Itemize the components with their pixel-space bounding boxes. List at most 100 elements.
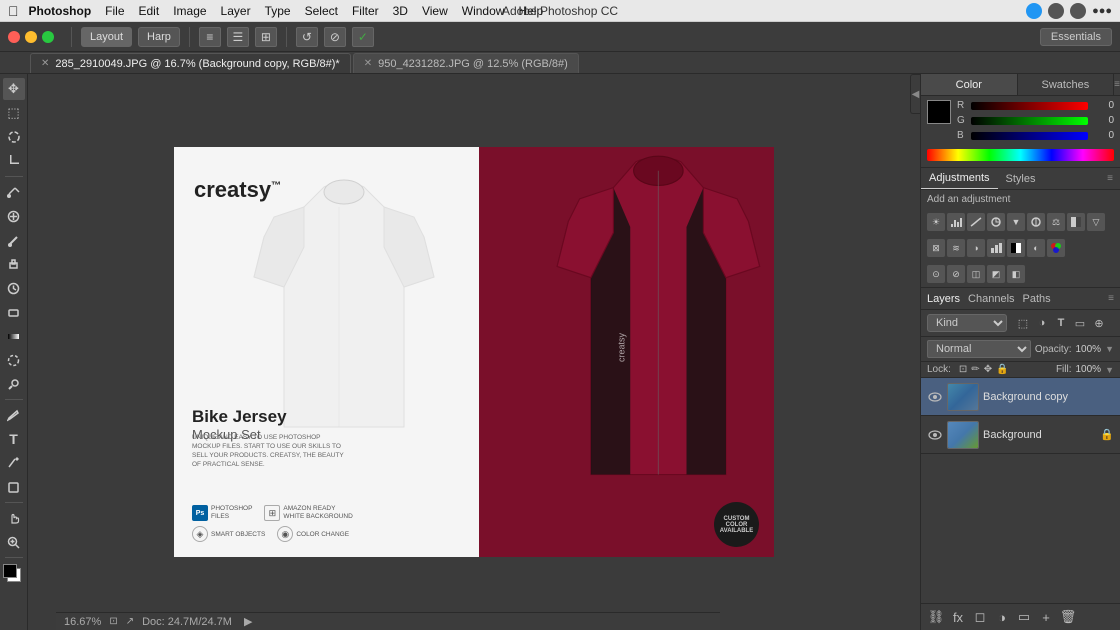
- shape-tool[interactable]: [3, 476, 25, 498]
- undo-icon[interactable]: ↺: [296, 27, 318, 47]
- align-left-icon[interactable]: ≡: [199, 27, 221, 47]
- posterize-icon[interactable]: [987, 239, 1005, 257]
- adj-extra4[interactable]: ◩: [987, 265, 1005, 283]
- tab1-close[interactable]: ✕: [41, 58, 49, 69]
- color-swatches[interactable]: [3, 564, 25, 586]
- lock-all-icon[interactable]: 🔒: [996, 364, 1008, 375]
- layer-item-background[interactable]: Background 🔒: [921, 416, 1120, 454]
- dodge-tool[interactable]: [3, 373, 25, 395]
- layer-kind-filter[interactable]: Kind: [927, 314, 1007, 332]
- crop-tool[interactable]: [3, 150, 25, 172]
- filter-adjustment-icon[interactable]: ◑: [1034, 315, 1050, 331]
- menu-window[interactable]: Window: [462, 4, 505, 18]
- brightness-contrast-icon[interactable]: ☀: [927, 213, 945, 231]
- align-center-icon[interactable]: ☰: [227, 27, 249, 47]
- filter-shape-icon[interactable]: ▭: [1072, 315, 1088, 331]
- align-grid-icon[interactable]: ⊞: [255, 27, 277, 47]
- marquee-tool[interactable]: ⬚: [3, 102, 25, 124]
- layer-link-icon[interactable]: ⛓: [927, 608, 945, 626]
- tab-paths[interactable]: Paths: [1023, 293, 1051, 305]
- selective-color-icon[interactable]: [1047, 239, 1065, 257]
- exposure-icon[interactable]: [987, 213, 1005, 231]
- tab-styles[interactable]: Styles: [998, 168, 1044, 189]
- foreground-swatch[interactable]: [927, 100, 951, 124]
- transform-icon[interactable]: ⊘: [324, 27, 346, 47]
- hand-tool[interactable]: [3, 507, 25, 529]
- menu-filter[interactable]: Filter: [352, 4, 379, 18]
- menu-select[interactable]: Select: [305, 4, 338, 18]
- lock-move-icon[interactable]: ✥: [984, 364, 992, 375]
- panel-collapse-arrow[interactable]: ◀: [910, 74, 920, 114]
- layer-adjustment-icon[interactable]: ◑: [993, 608, 1011, 626]
- tab2-close[interactable]: ✕: [364, 58, 372, 69]
- vibrance-icon[interactable]: ▼: [1007, 213, 1025, 231]
- close-button[interactable]: [8, 31, 20, 43]
- fill-arrow[interactable]: ▼: [1105, 365, 1114, 375]
- blue-slider[interactable]: [971, 132, 1088, 140]
- maximize-button[interactable]: [42, 31, 54, 43]
- menu-type[interactable]: Type: [265, 4, 291, 18]
- filter-smart-icon[interactable]: ⊕: [1091, 315, 1107, 331]
- lock-transparent-icon[interactable]: ⊡: [959, 364, 967, 375]
- layout-button[interactable]: Layout: [81, 27, 132, 47]
- menu-3d[interactable]: 3D: [393, 4, 408, 18]
- eraser-tool[interactable]: [3, 301, 25, 323]
- menu-file[interactable]: File: [105, 4, 124, 18]
- hue-saturation-icon[interactable]: [1027, 213, 1045, 231]
- lasso-tool[interactable]: [3, 126, 25, 148]
- gradient-tool[interactable]: [3, 325, 25, 347]
- tab-adjustments[interactable]: Adjustments: [921, 168, 998, 189]
- color-balance-icon[interactable]: ⚖: [1047, 213, 1065, 231]
- tab-document2[interactable]: ✕ 950_4231282.JPG @ 12.5% (RGB/8#): [353, 53, 579, 73]
- tab-document1[interactable]: ✕ 285_2910049.JPG @ 16.7% (Background co…: [30, 53, 351, 73]
- confirm-icon[interactable]: ✓: [352, 27, 374, 47]
- tab-color[interactable]: Color: [921, 74, 1018, 95]
- adj-extra5[interactable]: ◧: [1007, 265, 1025, 283]
- layer-new-icon[interactable]: +: [1037, 608, 1055, 626]
- move-tool[interactable]: ✥: [3, 78, 25, 100]
- spectrum-bar[interactable]: [927, 149, 1114, 161]
- levels-icon[interactable]: [947, 213, 965, 231]
- channel-mixer-icon[interactable]: ⊠: [927, 239, 945, 257]
- adj-panel-menu[interactable]: ≡: [1100, 168, 1120, 189]
- layer-style-icon[interactable]: fx: [949, 608, 967, 626]
- tab-swatches[interactable]: Swatches: [1018, 74, 1115, 95]
- layer-group-icon[interactable]: ▭: [1015, 608, 1033, 626]
- layer-visibility-toggle-1[interactable]: [927, 392, 943, 402]
- color-panel-menu[interactable]: ≡: [1114, 74, 1120, 95]
- minimize-button[interactable]: [25, 31, 37, 43]
- green-slider[interactable]: [971, 117, 1088, 125]
- brush-tool[interactable]: [3, 229, 25, 251]
- layer-visibility-toggle-2[interactable]: [927, 430, 943, 440]
- harp-button[interactable]: Harp: [138, 27, 180, 47]
- menu-view[interactable]: View: [422, 4, 448, 18]
- adj-extra3[interactable]: ◫: [967, 265, 985, 283]
- nav-arrow[interactable]: ▶: [244, 615, 252, 628]
- red-slider[interactable]: [971, 102, 1088, 110]
- zoom-tool[interactable]: [3, 531, 25, 553]
- blur-tool[interactable]: [3, 349, 25, 371]
- tab-layers[interactable]: Layers: [927, 293, 960, 305]
- layers-panel-menu[interactable]: ≡: [1108, 293, 1114, 304]
- path-tool[interactable]: [3, 452, 25, 474]
- layer-mask-icon[interactable]: ◻: [971, 608, 989, 626]
- menu-layer[interactable]: Layer: [221, 4, 251, 18]
- invert-icon[interactable]: ◑: [967, 239, 985, 257]
- history-tool[interactable]: [3, 277, 25, 299]
- tab-channels[interactable]: Channels: [968, 293, 1014, 305]
- adj-extra1[interactable]: ⊙: [927, 265, 945, 283]
- foreground-color[interactable]: [3, 564, 17, 578]
- type-tool[interactable]: T: [3, 428, 25, 450]
- app-name[interactable]: Photoshop: [29, 4, 92, 18]
- color-lookup-icon[interactable]: ≋: [947, 239, 965, 257]
- layer-delete-icon[interactable]: 🗑: [1059, 608, 1077, 626]
- filter-type-icon[interactable]: T: [1053, 315, 1069, 331]
- essentials-button[interactable]: Essentials: [1040, 28, 1112, 46]
- layer-item-background-copy[interactable]: Background copy: [921, 378, 1120, 416]
- menu-image[interactable]: Image: [173, 4, 206, 18]
- menu-edit[interactable]: Edit: [139, 4, 160, 18]
- heal-tool[interactable]: [3, 205, 25, 227]
- bw-icon[interactable]: [1067, 213, 1085, 231]
- pen-tool[interactable]: [3, 404, 25, 426]
- gradient-map-icon[interactable]: ◐: [1027, 239, 1045, 257]
